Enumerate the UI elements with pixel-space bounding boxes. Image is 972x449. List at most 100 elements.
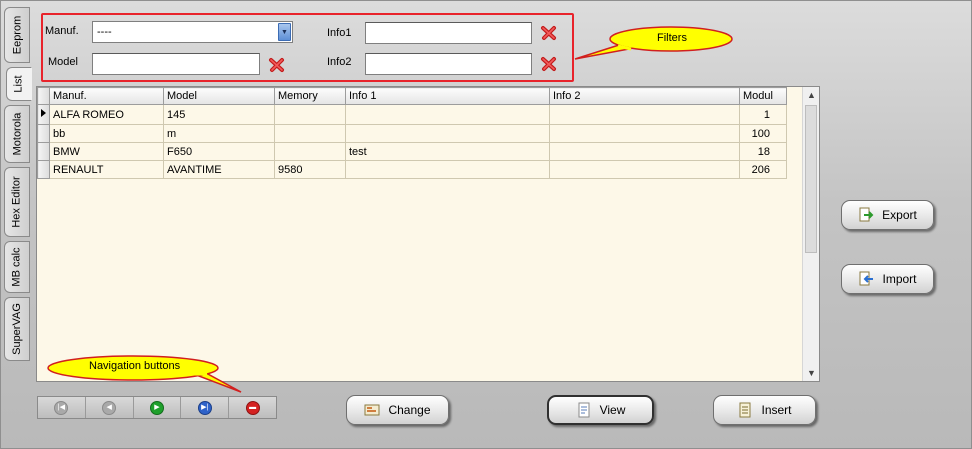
tab-supervag-label: SuperVAG [11,303,23,355]
table-cell[interactable]: bb [49,124,164,143]
table-cell[interactable]: 145 [163,104,275,125]
insert-document-icon [737,402,753,418]
view-button-label: View [599,403,626,417]
table-cell[interactable]: 100 [739,124,787,143]
clear-info1-button[interactable] [537,22,561,44]
row-indicator[interactable] [37,160,50,179]
table-cell[interactable]: RENAULT [49,160,164,179]
next-record-button[interactable]: ▶ [133,397,182,418]
filters-callout-shape [574,26,733,60]
table-cell[interactable]: ALFA ROMEO [49,104,164,125]
records-grid[interactable]: Manuf. Model Memory Info 1 Info 2 Modul … [36,86,820,382]
info2-input[interactable] [365,53,532,75]
info1-label: Info1 [327,27,352,39]
import-button[interactable]: Import [841,264,934,294]
clear-x-icon [541,26,556,40]
row-indicator[interactable] [37,104,50,125]
column-header[interactable]: Model [163,87,275,105]
table-cell[interactable] [549,142,740,161]
prior-record-button[interactable]: ◀ [85,397,134,418]
tab-mb-calc[interactable]: MB calc [4,241,30,293]
tab-motorola[interactable]: Motorola [4,105,30,163]
manuf-label: Manuf. [45,25,79,37]
table-cell[interactable] [345,124,550,143]
table-cell[interactable]: test [345,142,550,161]
column-header[interactable]: Info 2 [549,87,740,105]
cancel-record-button[interactable]: ▬ [229,397,276,418]
row-indicator-header [37,87,50,105]
model-input[interactable] [92,53,260,75]
table-cell[interactable] [345,104,550,125]
table-cell[interactable] [549,104,740,125]
tab-supervag[interactable]: SuperVAG [4,297,30,361]
import-icon [858,271,874,287]
table-cell[interactable]: 1 [739,104,787,125]
vertical-scrollbar[interactable]: ▲ ▼ [802,87,819,381]
manuf-combobox-value: ---- [97,26,112,38]
table-row[interactable]: bb m 100 [37,124,787,143]
tab-motorola-label: Motorola [11,112,24,156]
scroll-thumb[interactable] [805,105,817,253]
table-row[interactable]: RENAULT AVANTIME 9580 206 [37,160,787,179]
chevron-down-icon[interactable]: ▼ [278,23,291,41]
records-table: Manuf. Model Memory Info 1 Info 2 Modul … [37,87,787,179]
change-button[interactable]: Change [346,395,449,425]
table-cell[interactable]: 206 [739,160,787,179]
cancel-icon: ▬ [245,400,260,415]
info1-input[interactable] [365,22,532,44]
row-indicator[interactable] [37,142,50,161]
table-cell[interactable]: 9580 [274,160,346,179]
prior-record-icon: ◀ [102,400,117,415]
manuf-combobox[interactable]: ---- ▼ [92,21,293,43]
column-header[interactable]: Info 1 [345,87,550,105]
last-record-icon: ▶| [197,400,212,415]
table-cell[interactable]: BMW [49,142,164,161]
tab-eeprom[interactable]: Eeprom [4,7,30,63]
table-cell[interactable] [274,124,346,143]
next-record-icon: ▶ [149,400,164,415]
navigation-bar: |◀ ◀ ▶ ▶| ▬ [37,396,277,419]
table-cell[interactable]: 18 [739,142,787,161]
import-button-label: Import [882,272,917,286]
clear-model-button[interactable] [265,54,289,76]
table-cell[interactable]: m [163,124,275,143]
table-cell[interactable] [274,142,346,161]
change-icon [364,402,380,418]
table-header-row: Manuf. Model Memory Info 1 Info 2 Modul [37,87,787,105]
export-button[interactable]: Export [841,200,934,230]
table-cell[interactable] [549,160,740,179]
column-header[interactable]: Modul [739,87,787,105]
info2-label: Info2 [327,56,352,68]
export-icon [858,207,874,223]
export-button-label: Export [882,208,917,222]
scroll-down-icon[interactable]: ▼ [803,365,819,381]
table-cell[interactable] [274,104,346,125]
table-cell[interactable]: AVANTIME [163,160,275,179]
table-row[interactable]: ALFA ROMEO 145 1 [37,104,787,125]
tab-list[interactable]: List [6,67,32,101]
clear-x-icon [269,58,284,72]
tab-list-label: List [13,75,25,93]
first-record-button[interactable]: |◀ [38,397,86,418]
last-record-button[interactable]: ▶| [181,397,230,418]
scroll-up-icon[interactable]: ▲ [803,87,819,103]
table-cell[interactable]: F650 [163,142,275,161]
change-button-label: Change [388,403,431,417]
column-header[interactable]: Manuf. [49,87,164,105]
first-record-icon: |◀ [54,400,69,415]
view-document-icon [576,402,592,418]
table-cell[interactable] [549,124,740,143]
column-header[interactable]: Memory [274,87,346,105]
model-label: Model [48,56,78,68]
main-window: Eeprom List Motorola Hex Editor MB calc … [0,0,972,449]
view-button[interactable]: View [547,395,654,425]
tab-hex-editor[interactable]: Hex Editor [4,167,30,237]
row-indicator[interactable] [37,124,50,143]
clear-info2-button[interactable] [537,53,561,75]
tab-mb-calc-label: MB calc [11,247,23,287]
table-row[interactable]: BMW F650 test 18 [37,142,787,161]
table-cell[interactable] [345,160,550,179]
insert-button[interactable]: Insert [713,395,816,425]
tab-hex-editor-label: Hex Editor [11,176,24,228]
insert-button-label: Insert [761,403,792,417]
